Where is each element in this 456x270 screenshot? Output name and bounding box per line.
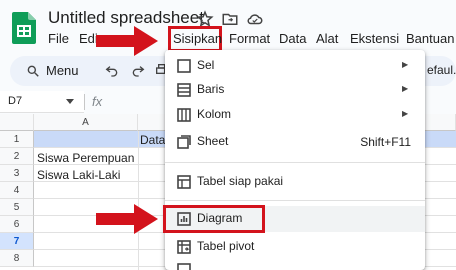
insert-columns-item[interactable]: Kolom ▶ — [165, 103, 425, 127]
cell-b1[interactable]: Data — [140, 133, 165, 147]
sheets-logo-icon[interactable] — [12, 12, 36, 44]
undo-icon[interactable] — [104, 62, 120, 78]
insert-sheet-label: Sheet — [197, 134, 229, 148]
insert-rows-item[interactable]: Baris ▶ — [165, 78, 425, 102]
divider — [84, 94, 85, 110]
menu-tools[interactable]: Alat — [316, 31, 338, 47]
chart-highlight-box — [163, 205, 265, 233]
menu-format[interactable]: Format — [229, 31, 270, 47]
submenu-arrow-icon: ▶ — [402, 84, 409, 93]
insert-columns-label: Kolom — [197, 107, 232, 121]
menu-data[interactable]: Data — [279, 31, 306, 47]
row-header-3[interactable]: 3 — [0, 165, 34, 182]
insert-cell-item[interactable]: Sel ▶ — [165, 54, 425, 78]
redo-icon[interactable] — [130, 62, 146, 78]
menu-insert[interactable]: Sisipkan — [168, 26, 222, 52]
insert-pivot-table-label: Tabel pivot — [197, 239, 255, 253]
insert-next-item-partial[interactable] — [165, 260, 425, 270]
menu-extensions[interactable]: Ekstensi — [350, 31, 399, 47]
row-header-2[interactable]: 2 — [0, 148, 34, 165]
menu-divider — [165, 200, 425, 201]
row-header-5[interactable]: 5 — [0, 199, 34, 216]
cell-icon — [177, 59, 191, 73]
red-arrow-chart-icon — [96, 204, 158, 234]
chevron-down-icon — [66, 99, 74, 104]
select-all-corner[interactable] — [0, 114, 34, 131]
insert-table-label: Tabel siap pakai — [197, 174, 284, 188]
cell-a3[interactable]: Siswa Laki-Laki — [37, 168, 120, 182]
menu-insert-label: Sisipkan — [173, 31, 223, 46]
cell-reference: D7 — [8, 95, 23, 107]
columns-icon — [177, 108, 191, 122]
sheet-icon — [177, 135, 191, 149]
name-box[interactable]: D7 — [0, 91, 84, 113]
image-icon — [177, 263, 191, 270]
table-icon — [177, 175, 191, 189]
red-arrow-insert-icon — [96, 26, 158, 56]
rows-icon — [177, 83, 191, 97]
insert-rows-label: Baris — [197, 82, 225, 96]
insert-pivot-table-item[interactable]: Tabel pivot — [165, 235, 425, 259]
cell-a2[interactable]: Siswa Perempuan — [37, 151, 134, 165]
menu-help[interactable]: Bantuan — [406, 31, 454, 47]
row-header-4[interactable]: 4 — [0, 182, 34, 199]
row-header-8[interactable]: 8 — [0, 250, 34, 267]
menu-edit[interactable]: Edi — [79, 31, 98, 47]
row-header-6[interactable]: 6 — [0, 216, 34, 233]
submenu-arrow-icon: ▶ — [402, 109, 409, 118]
insert-cell-label: Sel — [197, 58, 215, 72]
shortcut-label: Shift+F11 — [360, 135, 411, 149]
cloud-status-icon[interactable] — [246, 10, 264, 28]
pivot-table-icon — [177, 240, 191, 254]
column-divider — [138, 131, 139, 270]
column-header-a[interactable]: A — [34, 114, 138, 131]
submenu-arrow-icon: ▶ — [402, 60, 409, 69]
menu-divider — [165, 162, 425, 163]
document-title[interactable]: Untitled spreadsheet — [48, 8, 204, 28]
insert-table-item[interactable]: Tabel siap pakai — [165, 170, 425, 194]
menu-search-label: Menu — [46, 63, 79, 78]
insert-sheet-item[interactable]: Sheet Shift+F11 — [165, 130, 425, 154]
menu-search-button[interactable]: Menu — [14, 58, 98, 84]
menu-file[interactable]: File — [48, 31, 69, 47]
row-header-7-selected[interactable]: 7 — [0, 233, 34, 250]
row-header-1[interactable]: 1 — [0, 131, 34, 148]
fx-icon: fx — [92, 94, 103, 109]
font-family-select[interactable]: efaul.. — [427, 63, 456, 77]
move-to-folder-icon[interactable] — [221, 10, 239, 28]
search-icon — [27, 65, 39, 77]
